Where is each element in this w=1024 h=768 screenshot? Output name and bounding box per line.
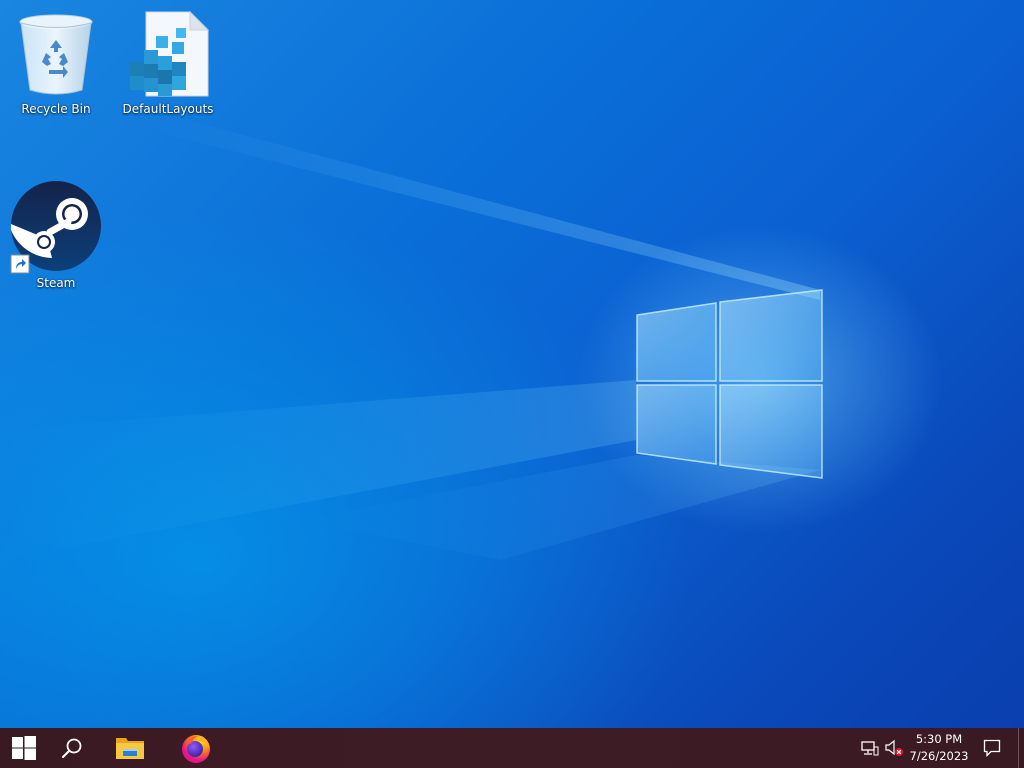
desktop-icon-label: Recycle Bin (21, 102, 91, 116)
recycle-bin-icon (19, 14, 93, 95)
tray-volume[interactable] (882, 728, 906, 768)
search-icon (62, 738, 82, 758)
volume-muted-icon (885, 739, 903, 756)
show-desktop-button[interactable] (1018, 728, 1024, 768)
search-button[interactable] (48, 728, 96, 768)
file-explorer-icon (116, 738, 144, 759)
clock-date: 7/26/2023 (909, 749, 969, 763)
desktop-icon-defaultlayouts[interactable]: DefaultLayouts (118, 10, 218, 116)
taskbar-file-explorer[interactable] (106, 728, 154, 768)
firefox-icon (182, 735, 210, 763)
desktop-icon-steam[interactable]: Steam (6, 180, 106, 290)
windows-logo-wallpaper (636, 289, 823, 479)
taskbar: 5:30 PM 7/26/2023 (0, 728, 1024, 768)
start-button[interactable] (0, 728, 48, 768)
action-center-button[interactable] (972, 728, 1012, 768)
windows-start-icon (12, 736, 36, 760)
taskbar-firefox[interactable] (172, 728, 220, 768)
desktop-icon-label: DefaultLayouts (122, 102, 214, 116)
network-icon (861, 741, 879, 756)
desktop-icon-label: Steam (36, 276, 76, 290)
registry-file-icon (130, 10, 210, 97)
shortcut-arrow-icon (10, 254, 30, 274)
action-center-icon (983, 739, 1001, 757)
taskbar-clock[interactable]: 5:30 PM 7/26/2023 (906, 728, 972, 768)
clock-time: 5:30 PM (915, 732, 963, 746)
desktop[interactable]: Recycle Bin DefaultLayouts Steam (0, 0, 1024, 728)
tray-network[interactable] (858, 728, 882, 768)
desktop-icon-recycle-bin[interactable]: Recycle Bin (6, 10, 106, 116)
